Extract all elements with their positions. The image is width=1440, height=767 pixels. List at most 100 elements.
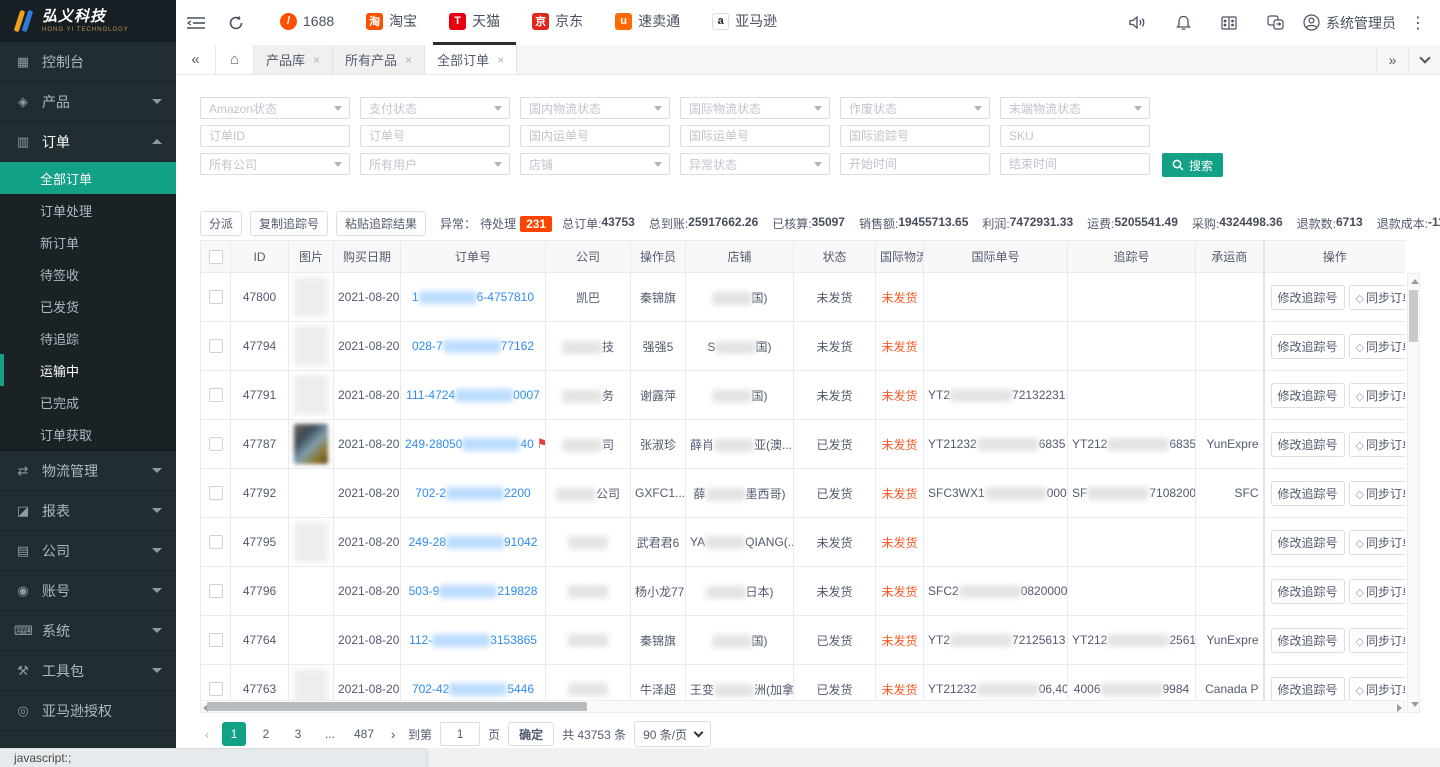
platform-tab[interactable]: T 天猫 bbox=[433, 0, 516, 45]
filter-select[interactable]: 国际物流状态 bbox=[680, 97, 830, 119]
search-button[interactable]: 搜索 bbox=[1162, 153, 1223, 177]
platform-tab[interactable]: / 1688 bbox=[264, 0, 350, 45]
vertical-scroll-thumb[interactable] bbox=[1409, 290, 1418, 342]
tabs-scroll-right-button[interactable]: » bbox=[1376, 45, 1408, 74]
filter-input[interactable] bbox=[360, 125, 510, 147]
sidebar-item[interactable]: ◈ 产品 bbox=[0, 82, 176, 122]
order-number-link[interactable]: 16-4757810 bbox=[412, 290, 534, 304]
horizontal-scroll-thumb[interactable] bbox=[207, 702, 587, 711]
submenu-item[interactable]: 订单处理 bbox=[0, 194, 176, 226]
apps-grid-icon[interactable] bbox=[1211, 0, 1247, 45]
select-all-checkbox[interactable] bbox=[209, 250, 223, 264]
row-checkbox[interactable] bbox=[209, 535, 223, 549]
filter-select[interactable]: 店铺 bbox=[520, 153, 670, 175]
filter-select[interactable]: 支付状态 bbox=[360, 97, 510, 119]
submenu-item[interactable]: 新订单 bbox=[0, 226, 176, 258]
close-icon[interactable]: × bbox=[405, 53, 412, 67]
filter-select[interactable]: 所有用户 bbox=[360, 153, 510, 175]
sync-order-button[interactable]: 同步订单 bbox=[1349, 530, 1405, 555]
page-tab[interactable]: 产品库 × bbox=[254, 45, 333, 74]
toolbar-button[interactable]: 粘贴追踪结果 bbox=[336, 211, 426, 236]
filter-select[interactable]: 所有公司 bbox=[200, 153, 350, 175]
page-number-button[interactable]: 1 bbox=[222, 722, 246, 746]
sidebar-item[interactable]: ◪ 报表 bbox=[0, 491, 176, 531]
edit-tracking-button[interactable]: 修改追踪号 bbox=[1271, 432, 1345, 457]
row-checkbox[interactable] bbox=[209, 437, 223, 451]
home-tab-button[interactable]: ⌂ bbox=[216, 45, 254, 74]
sidebar-item[interactable]: ▦ 控制台 bbox=[0, 42, 176, 82]
scroll-right-icon[interactable] bbox=[1397, 704, 1402, 712]
sidebar-item-orders[interactable]: ▥ 订单 bbox=[0, 122, 176, 162]
submenu-item[interactable]: 订单获取 bbox=[0, 418, 176, 450]
row-checkbox[interactable] bbox=[209, 388, 223, 402]
toolbar-button[interactable]: 分派 bbox=[200, 211, 242, 236]
row-checkbox[interactable] bbox=[209, 486, 223, 500]
submenu-item[interactable]: 已发货 bbox=[0, 290, 176, 322]
submenu-item[interactable]: 全部订单 bbox=[0, 162, 176, 194]
order-number-link[interactable]: 503-9219828 bbox=[409, 584, 538, 598]
order-number-link[interactable]: 702-22200 bbox=[415, 486, 530, 500]
notification-bell-icon[interactable] bbox=[1165, 0, 1201, 45]
filter-input[interactable] bbox=[680, 125, 830, 147]
sync-order-button[interactable]: 同步订单 bbox=[1349, 432, 1405, 457]
edit-tracking-button[interactable]: 修改追踪号 bbox=[1271, 383, 1345, 408]
submenu-item[interactable]: 已完成 bbox=[0, 386, 176, 418]
row-checkbox[interactable] bbox=[209, 339, 223, 353]
page-number-button[interactable]: 3 bbox=[286, 722, 310, 746]
platform-tab[interactable]: 淘 淘宝 bbox=[350, 0, 433, 45]
sidebar-item[interactable]: ▤ 公司 bbox=[0, 531, 176, 571]
page-number-button[interactable]: ... bbox=[318, 722, 342, 746]
order-number-link[interactable]: 702-425446 bbox=[412, 682, 534, 696]
submenu-item[interactable]: 待签收 bbox=[0, 258, 176, 290]
filter-select[interactable]: 国内物流状态 bbox=[520, 97, 670, 119]
date-input[interactable] bbox=[840, 153, 990, 175]
sidebar-item[interactable]: ⌨ 系统 bbox=[0, 611, 176, 651]
page-tab[interactable]: 全部订单 × bbox=[425, 45, 517, 74]
sync-order-button[interactable]: 同步订单 bbox=[1349, 383, 1405, 408]
row-checkbox[interactable] bbox=[209, 290, 223, 304]
edit-tracking-button[interactable]: 修改追踪号 bbox=[1271, 481, 1345, 506]
next-page-button[interactable]: › bbox=[386, 726, 400, 742]
filter-select[interactable]: 末端物流状态 bbox=[1000, 97, 1150, 119]
page-number-button[interactable]: 487 bbox=[350, 722, 378, 746]
prev-page-button[interactable]: ‹ bbox=[200, 726, 214, 742]
announcement-speaker-icon[interactable] bbox=[1119, 0, 1155, 45]
more-options-icon[interactable]: ⋮ bbox=[1406, 13, 1430, 33]
filter-input[interactable] bbox=[200, 125, 350, 147]
order-number-link[interactable]: 111-47240007 bbox=[406, 388, 540, 402]
sync-order-button[interactable]: 同步订单 bbox=[1349, 481, 1405, 506]
edit-tracking-button[interactable]: 修改追踪号 bbox=[1271, 530, 1345, 555]
edit-tracking-button[interactable]: 修改追踪号 bbox=[1271, 579, 1345, 604]
page-size-select[interactable]: 90 条/页 bbox=[634, 721, 711, 747]
order-number-link[interactable]: 249-2805040 bbox=[405, 437, 534, 451]
edit-tracking-button[interactable]: 修改追踪号 bbox=[1271, 334, 1345, 359]
pending-label[interactable]: 待处理 bbox=[480, 215, 516, 232]
user-menu[interactable]: 系统管理员 bbox=[1303, 13, 1396, 33]
order-number-link[interactable]: 249-2891042 bbox=[409, 535, 538, 549]
toolbar-button[interactable]: 复制追踪号 bbox=[250, 211, 328, 236]
tabs-menu-button[interactable] bbox=[1408, 45, 1440, 74]
currency-exchange-icon[interactable] bbox=[1257, 0, 1293, 45]
row-checkbox[interactable] bbox=[209, 584, 223, 598]
platform-tab[interactable]: a 亚马逊 bbox=[696, 0, 793, 45]
row-checkbox[interactable] bbox=[209, 633, 223, 647]
platform-tab[interactable]: 京 京东 bbox=[516, 0, 599, 45]
collapse-sidebar-button[interactable] bbox=[176, 0, 216, 45]
order-number-link[interactable]: 112-3153865 bbox=[409, 633, 537, 647]
refresh-button[interactable] bbox=[216, 0, 256, 45]
sidebar-item[interactable]: ⇄ 物流管理 bbox=[0, 451, 176, 491]
date-input[interactable] bbox=[1000, 153, 1150, 175]
filter-select[interactable]: 作废状态 bbox=[840, 97, 990, 119]
filter-input[interactable] bbox=[840, 125, 990, 147]
sync-order-button[interactable]: 同步订单 bbox=[1349, 628, 1405, 653]
tabs-scroll-left-button[interactable]: « bbox=[176, 45, 216, 74]
close-icon[interactable]: × bbox=[313, 53, 320, 67]
sync-order-button[interactable]: 同步订单 bbox=[1349, 285, 1405, 310]
submenu-item[interactable]: 待追踪 bbox=[0, 322, 176, 354]
goto-confirm-button[interactable]: 确定 bbox=[508, 722, 554, 746]
edit-tracking-button[interactable]: 修改追踪号 bbox=[1271, 677, 1345, 701]
submenu-item[interactable]: 运输中 bbox=[0, 354, 176, 386]
page-tab[interactable]: 所有产品 × bbox=[333, 45, 425, 74]
edit-tracking-button[interactable]: 修改追踪号 bbox=[1271, 628, 1345, 653]
sync-order-button[interactable]: 同步订单 bbox=[1349, 334, 1405, 359]
